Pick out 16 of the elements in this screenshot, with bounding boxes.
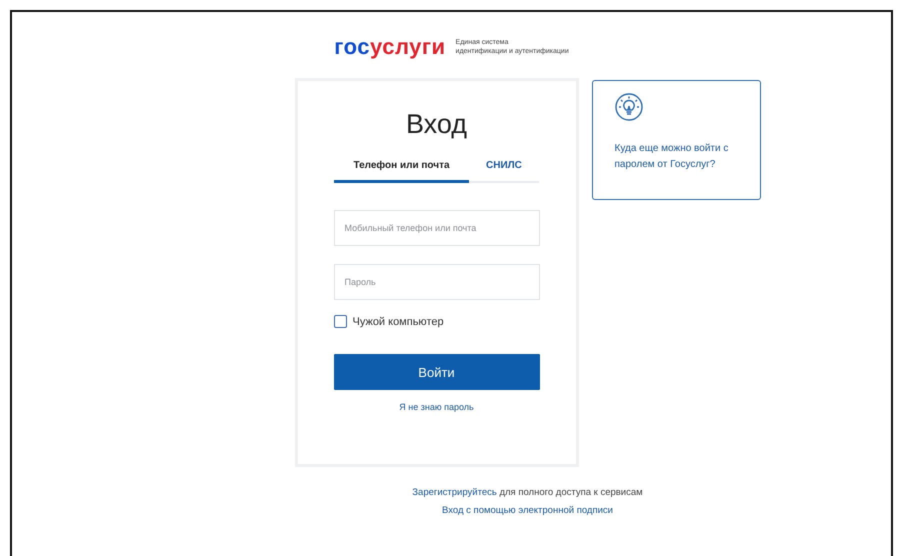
- signature-login-link[interactable]: Вход с помощью электронной подписи: [442, 505, 613, 516]
- forgot-password-link[interactable]: Я не знаю пароль: [399, 402, 474, 412]
- password-field[interactable]: Пароль: [334, 264, 540, 300]
- info-card[interactable]: Куда еще можно войти с паролем от Госуслуг?: [592, 80, 760, 200]
- login-title: Вход: [406, 109, 468, 140]
- register-text: Зарегистрируйтесь для полного доступа к сервисам: [412, 487, 643, 498]
- lightbulb-icon: [614, 93, 642, 121]
- info-text: Куда еще можно войти с паролем от Госуслуг?: [614, 142, 730, 172]
- register-link[interactable]: Зарегистрируйтесь: [412, 487, 497, 498]
- login-tab[interactable]: Телефон или почта: [334, 154, 469, 183]
- login-button[interactable]: Войти: [334, 354, 540, 390]
- checkbox-label: Чужой компьютер: [352, 316, 444, 328]
- logo: госуслуги: [334, 34, 446, 60]
- checkbox[interactable]: [334, 315, 346, 328]
- login-tab[interactable]: СНИЛС: [469, 154, 539, 183]
- login-field[interactable]: Мобильный телефон или почта: [334, 210, 540, 246]
